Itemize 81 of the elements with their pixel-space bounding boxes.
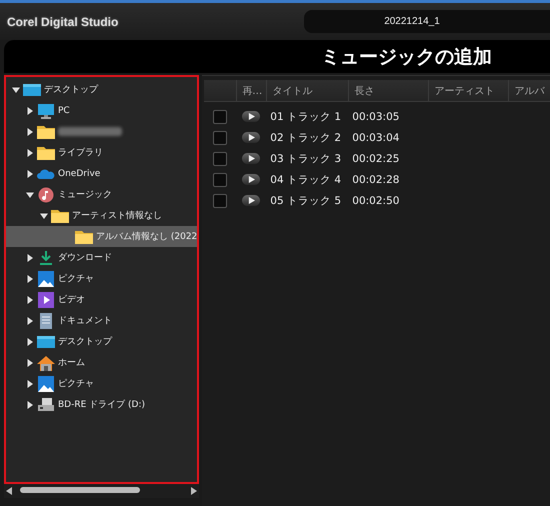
expand-arrow-icon[interactable] — [26, 380, 34, 388]
tree-item[interactable]: デスクトップ — [6, 79, 198, 100]
music-note-icon — [37, 186, 55, 202]
download-icon — [37, 250, 55, 266]
tree-item[interactable]: BD-RE ドライブ (D:) — [6, 394, 198, 415]
document-icon — [37, 312, 55, 328]
table-cell-text: 00:02:25 — [351, 152, 400, 164]
horizontal-scrollbar[interactable] — [4, 484, 200, 498]
desktop-icon — [37, 334, 55, 350]
column-header[interactable]: アーティスト — [428, 80, 508, 101]
picture-icon — [37, 376, 55, 392]
play-button[interactable] — [242, 153, 260, 164]
table-cell-text: 00:02:28 — [351, 174, 400, 186]
picture-icon — [37, 270, 55, 286]
checkbox[interactable] — [213, 194, 228, 208]
play-button[interactable] — [242, 111, 260, 122]
desktop-icon — [23, 82, 41, 98]
tree-item[interactable]: ライブラリ — [6, 142, 198, 163]
scroll-right-arrow-icon[interactable] — [191, 487, 198, 495]
expand-arrow-icon[interactable] — [26, 338, 34, 346]
tree-item[interactable]: ピクチャ — [6, 373, 198, 394]
tree-item[interactable]: OneDrive — [6, 163, 198, 184]
table-cell-text: 00:02:50 — [351, 194, 400, 206]
checkbox[interactable] — [213, 172, 228, 186]
play-button[interactable] — [242, 195, 260, 206]
project-name-field[interactable]: 20221214_1 — [304, 10, 550, 33]
video-icon — [37, 292, 55, 308]
play-button[interactable] — [242, 132, 260, 143]
column-header[interactable]: 長さ — [348, 80, 428, 101]
tree-item[interactable]: アーティスト情報なし — [6, 205, 198, 226]
expand-arrow-icon[interactable] — [26, 358, 34, 366]
folder-icon — [75, 228, 93, 244]
expand-arrow-icon[interactable] — [26, 296, 34, 304]
folder-icon — [51, 208, 69, 224]
tree-item[interactable]: ホーム — [6, 352, 198, 373]
tree-item[interactable]: ビデオ — [6, 289, 198, 310]
table-cell-text: 00:03:05 — [351, 110, 400, 122]
tree-item[interactable]: ダウンロード — [6, 247, 198, 268]
checkbox[interactable] — [213, 110, 228, 124]
monitor-icon — [37, 102, 55, 118]
expand-arrow-icon[interactable] — [26, 148, 34, 156]
tree-item[interactable]: ミュージック — [6, 184, 198, 205]
collapse-arrow-icon[interactable] — [26, 190, 34, 198]
checkbox[interactable] — [213, 152, 228, 166]
tree-item[interactable]: アルバム情報なし (2022 — [6, 226, 198, 247]
expand-arrow-icon[interactable] — [26, 254, 34, 262]
collapse-arrow-icon[interactable] — [40, 212, 48, 220]
tree-item[interactable]: デスクトップ — [6, 331, 198, 352]
play-icon — [248, 113, 255, 120]
tree-item[interactable]: ピクチャ — [6, 268, 198, 289]
expand-arrow-icon[interactable] — [26, 106, 34, 114]
page-title: ミュージックの追加 — [321, 44, 492, 70]
expand-arrow-icon[interactable] — [26, 170, 34, 178]
table-cell-text: 05 トラック 5 — [269, 194, 342, 208]
play-icon — [248, 134, 255, 141]
expand-arrow-icon[interactable] — [26, 128, 34, 136]
drive-icon — [37, 396, 55, 412]
app-title: Corel Digital Studio — [6, 14, 118, 28]
column-header[interactable]: アルバ — [508, 80, 550, 101]
play-button[interactable] — [242, 174, 260, 185]
table-cell-text: 04 トラック 4 — [269, 172, 342, 186]
column-header[interactable]: 再… — [236, 80, 266, 101]
table-cell-text: 03 トラック 3 — [269, 152, 342, 166]
column-header[interactable]: タイトル — [266, 80, 348, 101]
folder-icon — [37, 124, 55, 140]
collapse-arrow-icon[interactable] — [12, 86, 20, 94]
expand-arrow-icon[interactable] — [26, 316, 34, 324]
expand-arrow-icon[interactable] — [26, 400, 34, 408]
table-cell-text: 02 トラック 2 — [269, 130, 342, 144]
scroll-left-arrow-icon[interactable] — [6, 487, 12, 495]
play-icon — [248, 176, 255, 183]
home-icon — [37, 354, 55, 370]
checkbox[interactable] — [213, 130, 228, 144]
tree-item[interactable]: ドキュメント — [6, 310, 198, 331]
table-cell-text: 00:03:04 — [351, 132, 400, 144]
table-cell-text: 01 トラック 1 — [269, 110, 342, 124]
play-icon — [248, 197, 255, 204]
expand-arrow-icon[interactable] — [26, 274, 34, 282]
folder-icon — [37, 144, 55, 160]
play-icon — [248, 155, 255, 162]
tree-item[interactable]: PC — [6, 100, 198, 121]
